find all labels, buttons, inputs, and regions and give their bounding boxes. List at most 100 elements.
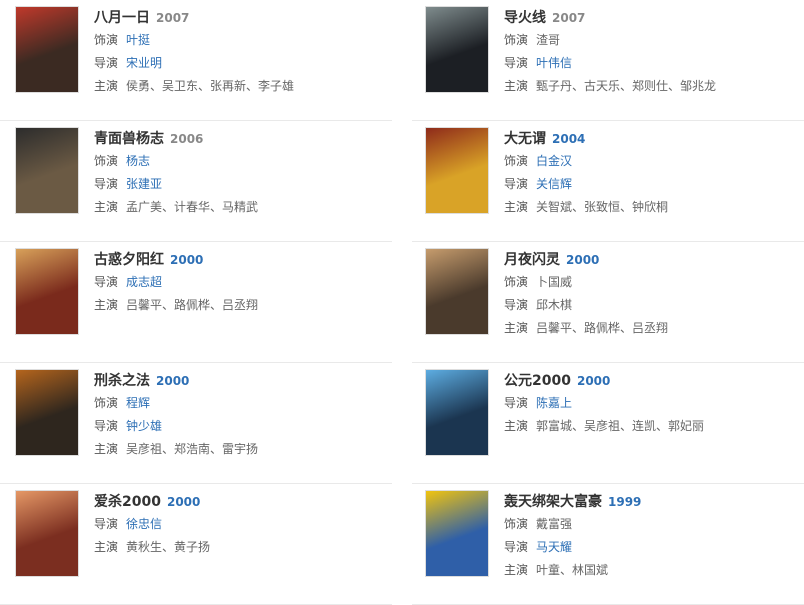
credit-link[interactable]: 叶伟信 (536, 56, 572, 70)
movie-item: 八月一日 2007 饰演 叶挺 导演 宋业明 主演 侯勇、吴卫东、张再新、李子雄 (0, 0, 392, 121)
movie-row: 八月一日 2007 饰演 叶挺 导演 宋业明 主演 侯勇、吴卫东、张再新、李子雄 导火线 2007… (0, 0, 804, 121)
credit-link[interactable]: 白金汉 (536, 154, 572, 168)
credit-link[interactable]: 杨志 (126, 154, 150, 168)
credit-label: 饰演 (94, 396, 119, 410)
movie-item: 轰天绑架大富豪 1999 饰演 戴富强 导演 马天耀 主演 叶童、林国斌 (410, 484, 802, 605)
movie-title[interactable]: 轰天绑架大富豪 (504, 494, 602, 510)
movie-title[interactable]: 古惑夕阳红 (94, 252, 164, 268)
movie-credit-line: 饰演 程辉 (94, 394, 150, 412)
credit-value: 郭富城、吴彦祖、连凯、郭妃丽 (536, 419, 705, 433)
movie-row: 刑杀之法 2000 饰演 程辉 导演 钟少雄 主演 吴彦祖、郑浩南、雷宇扬 公元2000 2000… (0, 363, 804, 484)
credit-value: 渣哥 (536, 33, 561, 47)
credit-value: 叶童、林国斌 (536, 563, 609, 577)
credit-link[interactable]: 成志超 (126, 275, 162, 289)
movie-credit-line: 导演 马天耀 (504, 538, 572, 556)
credit-value: 甄子丹、古天乐、郑则仕、邹兆龙 (536, 79, 717, 93)
movie-title-line: 八月一日 2007 (94, 7, 189, 27)
movie-title[interactable]: 青面兽杨志 (94, 131, 164, 147)
movie-credit-line: 导演 陈嘉上 (504, 394, 572, 412)
credit-label: 导演 (504, 540, 529, 554)
credit-link[interactable]: 徐忠信 (126, 517, 162, 531)
credit-label: 饰演 (504, 154, 529, 168)
movie-poster[interactable] (425, 248, 489, 335)
movie-credit-line: 饰演 叶挺 (94, 31, 150, 49)
movie-credit-line: 饰演 卜国威 (504, 273, 572, 291)
credit-link[interactable]: 程辉 (126, 396, 150, 410)
credit-label: 主演 (94, 79, 119, 93)
movie-credit-line: 导演 宋业明 (94, 54, 162, 72)
movie-credit-line: 导演 关信辉 (504, 175, 572, 193)
movie-title-line: 大无谓 2004 (504, 128, 585, 148)
movie-credit-line: 主演 吴彦祖、郑浩南、雷宇扬 (94, 440, 258, 458)
movie-credit-line: 主演 吕馨平、路佩桦、吕丞翔 (504, 319, 668, 337)
movie-credit-line: 饰演 渣哥 (504, 31, 560, 49)
movie-title[interactable]: 八月一日 (94, 10, 150, 26)
movie-credit-line: 导演 徐忠信 (94, 515, 162, 533)
movie-title-line: 公元2000 2000 (504, 370, 610, 390)
movie-year: 2007 (552, 11, 586, 25)
movie-poster[interactable] (425, 369, 489, 456)
movie-poster[interactable] (425, 6, 489, 93)
movie-poster[interactable] (15, 127, 79, 214)
credit-value: 吴彦祖、郑浩南、雷宇扬 (126, 442, 259, 456)
movie-title-line: 青面兽杨志 2006 (94, 128, 203, 148)
credit-label: 主演 (504, 419, 529, 433)
credit-link[interactable]: 马天耀 (536, 540, 572, 554)
credit-value: 卜国威 (536, 275, 573, 289)
movie-title-line: 古惑夕阳红 2000 (94, 249, 203, 269)
movie-credit-line: 主演 黄秋生、黄子扬 (94, 538, 210, 556)
movie-row: 古惑夕阳红 2000 导演 成志超 主演 吕馨平、路佩桦、吕丞翔 月夜闪灵 2000 饰演 卜国威… (0, 242, 804, 363)
movie-poster[interactable] (15, 6, 79, 93)
credit-label: 导演 (94, 517, 119, 531)
movie-title[interactable]: 刑杀之法 (94, 373, 150, 389)
credit-label: 导演 (94, 56, 119, 70)
movie-item: 大无谓 2004 饰演 白金汉导演 关信辉主演 关智斌、张致恒、钟欣桐 (410, 121, 802, 242)
credit-link[interactable]: 叶挺 (126, 33, 150, 47)
movie-title[interactable]: 公元2000 (504, 373, 571, 389)
movie-credit-line: 导演 成志超 (94, 273, 162, 291)
movie-credit-line: 饰演 白金汉 (504, 152, 572, 170)
movie-item: 刑杀之法 2000 饰演 程辉 导演 钟少雄 主演 吴彦祖、郑浩南、雷宇扬 (0, 363, 392, 484)
movie-title-line: 刑杀之法 2000 (94, 370, 189, 390)
movie-credit-line: 导演 张建亚 (94, 175, 162, 193)
credit-label: 导演 (94, 419, 119, 433)
credit-link[interactable]: 张建亚 (126, 177, 162, 191)
credit-value: 邱木棋 (536, 298, 573, 312)
movie-item: 青面兽杨志 2006 饰演 杨志导演 张建亚主演 孟广美、计春华、马精武 (0, 121, 392, 242)
credit-label: 饰演 (504, 33, 529, 47)
movie-title[interactable]: 月夜闪灵 (504, 252, 560, 268)
credit-link[interactable]: 宋业明 (126, 56, 162, 70)
movie-row: 青面兽杨志 2006 饰演 杨志 导演 张建亚 主演 孟广美、计春华、马精武 大无谓 2004 饰演… (0, 121, 804, 242)
credit-label: 导演 (94, 275, 119, 289)
movie-poster[interactable] (15, 490, 79, 577)
movie-year: 2000 (170, 253, 204, 267)
movie-credit-line: 饰演 杨志 (94, 152, 150, 170)
movie-year: 2000 (166, 495, 201, 509)
credit-value: 孟广美、计春华、马精武 (126, 200, 259, 214)
movie-year: 2006 (170, 132, 204, 146)
movie-poster[interactable] (15, 369, 79, 456)
credit-label: 主演 (94, 298, 119, 312)
movie-poster[interactable] (425, 490, 489, 577)
movie-poster[interactable] (15, 248, 79, 335)
credit-link[interactable]: 关信辉 (536, 177, 572, 191)
movie-credit-line: 主演 关智斌、张致恒、钟欣桐 (504, 198, 668, 216)
credit-link[interactable]: 钟少雄 (126, 419, 162, 433)
credit-value: 吕馨平、路佩桦、吕丞翔 (126, 298, 259, 312)
movie-poster[interactable] (425, 127, 489, 214)
movie-credit-line: 导演 叶伟信 (504, 54, 572, 72)
movie-title-line: 导火线 2007 (504, 7, 585, 27)
movie-item: 古惑夕阳红 2000 导演 成志超 主演 吕馨平、路佩桦、吕丞翔 (0, 242, 392, 363)
movie-title[interactable]: 大无谓 (504, 131, 546, 147)
movie-item: 月夜闪灵 2000 饰演 卜国威 导演 邱木棋 主演 吕馨平、路佩桦、吕丞翔 (410, 242, 802, 363)
movie-title[interactable]: 爱杀2000 (94, 494, 161, 510)
credit-value: 侯勇、吴卫东、张再新、李子雄 (126, 79, 295, 93)
credit-link[interactable]: 陈嘉上 (536, 396, 572, 410)
movie-row: 爱杀2000 2000 导演 徐忠信 主演 黄秋生、黄子扬 轰天绑架大富豪 1999 饰演 戴富强… (0, 484, 804, 605)
movie-year: 2000 (156, 374, 190, 388)
movie-credit-line: 主演 孟广美、计春华、马精武 (94, 198, 258, 216)
credit-value: 戴富强 (536, 517, 573, 531)
credit-value: 关智斌、张致恒、钟欣桐 (536, 200, 669, 214)
credit-value: 黄秋生、黄子扬 (126, 540, 211, 554)
movie-title[interactable]: 导火线 (504, 10, 546, 26)
